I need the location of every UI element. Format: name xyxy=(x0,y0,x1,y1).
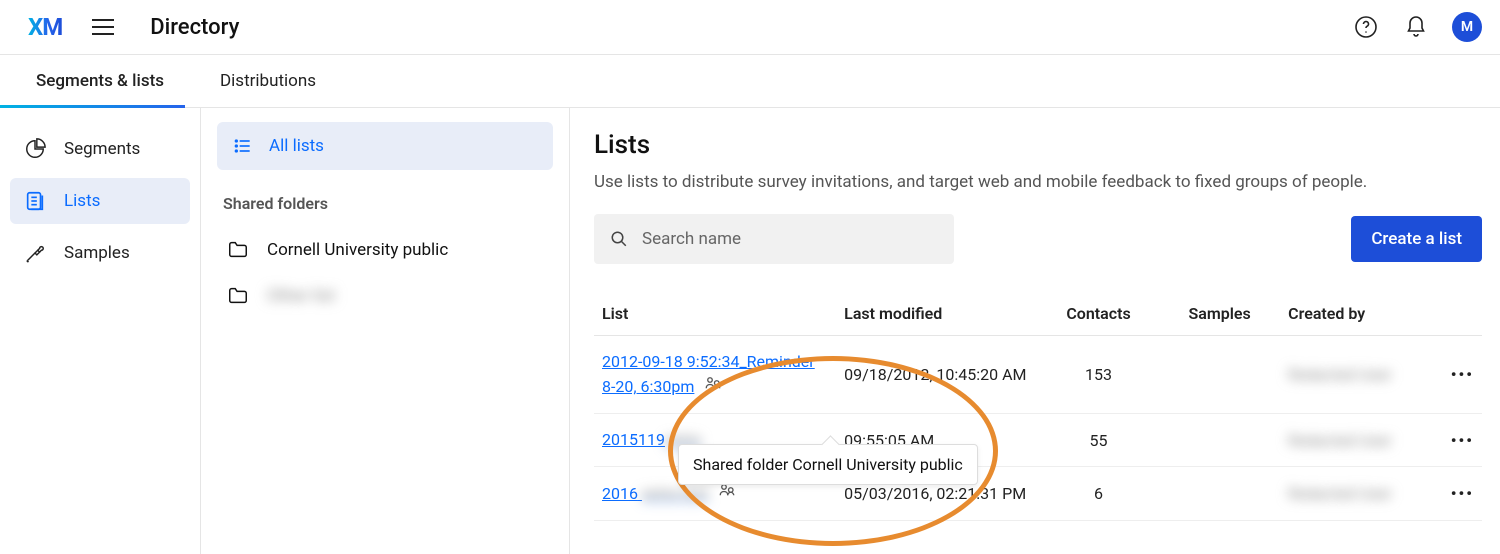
sidebar-item-label: Lists xyxy=(64,191,100,211)
lists-subtitle: Use lists to distribute survey invitatio… xyxy=(594,172,1482,192)
list-icon xyxy=(233,136,253,156)
col-contacts[interactable]: Contacts xyxy=(1038,292,1159,336)
col-samples[interactable]: Samples xyxy=(1159,292,1280,336)
search-box[interactable] xyxy=(594,214,954,264)
folder-icon xyxy=(227,285,249,307)
samples-cell xyxy=(1159,336,1280,414)
shared-icon xyxy=(704,377,722,396)
lists-table: List Last modified Contacts Samples Crea… xyxy=(594,292,1482,521)
folder-item-cornell[interactable]: Cornell University public xyxy=(217,227,553,273)
folder-item-other[interactable]: Other list xyxy=(217,273,553,319)
create-list-button[interactable]: Create a list xyxy=(1351,216,1482,262)
samples-cell xyxy=(1159,467,1280,521)
contacts-cell: 55 xyxy=(1038,414,1159,467)
page-title: Directory xyxy=(150,15,239,40)
folder-label: Cornell University public xyxy=(267,240,448,260)
sidebar-item-label: Samples xyxy=(64,243,130,263)
lists-title: Lists xyxy=(594,130,1482,160)
col-modified[interactable]: Last modified xyxy=(836,292,1038,336)
contacts-cell: 153 xyxy=(1038,336,1159,414)
tab-segments-lists[interactable]: Segments & lists xyxy=(36,55,164,107)
contacts-cell: 6 xyxy=(1038,467,1159,521)
all-lists-label: All lists xyxy=(269,136,324,156)
nav-sidebar: Segments Lists Samples xyxy=(0,108,200,554)
menu-icon[interactable] xyxy=(92,19,114,35)
col-created-by[interactable]: Created by xyxy=(1280,292,1431,336)
pie-icon xyxy=(24,138,46,160)
list-link[interactable]: 2016 extra text xyxy=(602,484,708,503)
main-content: Lists Use lists to distribute survey inv… xyxy=(570,108,1500,554)
lists-icon xyxy=(24,190,46,212)
search-input[interactable] xyxy=(642,229,938,249)
created-by-cell: Redacted User xyxy=(1288,484,1392,503)
folder-sidebar: All lists Shared folders Cornell Univers… xyxy=(200,108,570,554)
table-row[interactable]: 2012-09-18 9:52:34_Reminder 8-20, 6:30pm… xyxy=(594,336,1482,414)
app-logo: XM xyxy=(28,13,62,41)
row-actions-icon[interactable]: ••• xyxy=(1451,365,1474,384)
dropper-icon xyxy=(24,242,46,264)
avatar[interactable]: M xyxy=(1452,12,1482,42)
sidebar-item-label: Segments xyxy=(64,139,140,159)
created-by-cell: Redacted User xyxy=(1288,431,1392,450)
main-layout: Segments Lists Samples All lists Shared … xyxy=(0,108,1500,554)
modified-cell: 09/18/2012, 10:45:20 AM xyxy=(836,336,1038,414)
search-icon xyxy=(610,229,628,249)
col-list[interactable]: List xyxy=(594,292,836,336)
shared-folders-heading: Shared folders xyxy=(223,194,553,213)
bell-icon[interactable] xyxy=(1402,13,1430,41)
shared-icon xyxy=(718,484,736,503)
top-bar: XM Directory M xyxy=(0,0,1500,55)
shared-folder-tooltip: Shared folder Cornell University public xyxy=(678,444,978,485)
folder-icon xyxy=(227,239,249,261)
created-by-cell: Redacted User xyxy=(1288,365,1392,384)
row-actions-icon[interactable]: ••• xyxy=(1451,431,1474,450)
tab-underline xyxy=(0,105,185,108)
sidebar-item-samples[interactable]: Samples xyxy=(10,230,190,276)
row-actions-icon[interactable]: ••• xyxy=(1451,484,1474,503)
all-lists-item[interactable]: All lists xyxy=(217,122,553,170)
samples-cell xyxy=(1159,414,1280,467)
folder-label: Other list xyxy=(267,286,335,306)
sidebar-item-segments[interactable]: Segments xyxy=(10,126,190,172)
tab-bar: Segments & lists Distributions xyxy=(0,55,1500,108)
tab-distributions[interactable]: Distributions xyxy=(220,55,316,107)
sidebar-item-lists[interactable]: Lists xyxy=(10,178,190,224)
help-icon[interactable] xyxy=(1352,13,1380,41)
